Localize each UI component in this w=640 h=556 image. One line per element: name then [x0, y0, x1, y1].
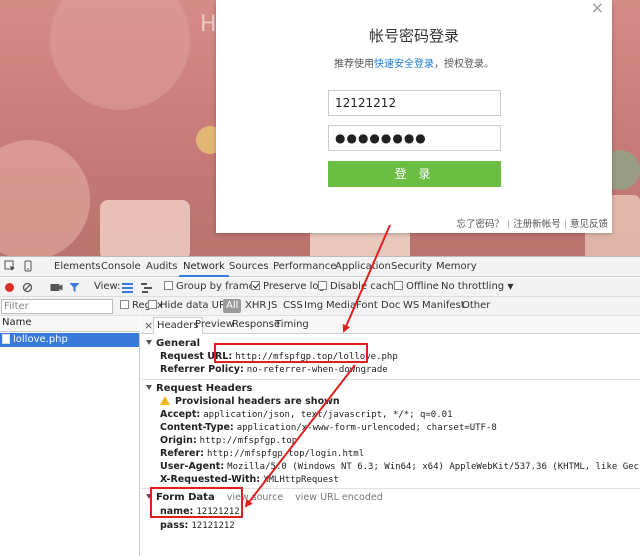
type-filter-media[interactable]: Media — [326, 300, 356, 311]
header-row-accept: Accept: application/json, text/javascrip… — [160, 409, 453, 420]
warning-icon — [160, 396, 170, 405]
tab-elements[interactable]: Elements — [54, 261, 101, 272]
preserve-log-checkbox[interactable]: Preserve log — [251, 281, 325, 292]
login-dialog: × 帐号密码登录 推荐使用快速安全登录，授权登录。 12121212 ●●●●●… — [216, 0, 612, 233]
request-headers-section-toggle[interactable]: Request Headers — [146, 383, 252, 394]
tab-preview[interactable]: Preview — [195, 319, 234, 330]
devtools-tabbar: Elements Console Audits Network Sources … — [0, 257, 640, 277]
type-filter-font[interactable]: Font — [356, 300, 378, 311]
devtools-panel: Elements Console Audits Network Sources … — [0, 256, 640, 556]
header-row-content-type: Content-Type: application/x-www-form-url… — [160, 422, 497, 433]
tab-sources[interactable]: Sources — [229, 261, 269, 272]
provisional-warning: Provisional headers are shown — [160, 396, 340, 407]
large-rows-icon[interactable] — [122, 282, 133, 293]
request-row[interactable]: lollove.php — [0, 333, 139, 347]
tab-response[interactable]: Response — [232, 319, 280, 330]
username-input[interactable]: 12121212 — [328, 90, 501, 116]
filter-icon[interactable] — [69, 282, 80, 293]
type-filter-all[interactable]: All — [223, 299, 242, 313]
type-filter-doc[interactable]: Doc — [381, 300, 400, 311]
type-filter-manifest[interactable]: Manifest — [422, 300, 465, 311]
tab-performance[interactable]: Performance — [273, 261, 336, 272]
subtitle-prefix: 推荐使用 — [334, 59, 374, 70]
type-filter-ws[interactable]: WS — [403, 300, 419, 311]
tab-network[interactable]: Network — [179, 261, 229, 277]
expand-triangle-icon — [146, 340, 152, 345]
overview-icon[interactable] — [141, 282, 152, 293]
feedback-link[interactable]: 意见反馈 — [570, 219, 608, 230]
quick-login-link[interactable]: 快速安全登录 — [374, 59, 434, 70]
type-filter-css[interactable]: CSS — [283, 300, 303, 311]
device-toolbar-icon[interactable] — [22, 260, 34, 272]
form-row-pass: pass: 12121212 — [160, 520, 235, 531]
disable-cache-checkbox[interactable]: Disable cache — [318, 281, 400, 292]
throttling-select[interactable]: No throttling ▼ — [441, 281, 513, 292]
group-by-frame-checkbox[interactable]: Group by frame — [164, 281, 255, 292]
tab-application[interactable]: Application — [335, 261, 391, 272]
tab-timing[interactable]: Timing — [275, 319, 309, 330]
general-section-toggle[interactable]: General — [146, 338, 200, 349]
register-link[interactable]: 注册新帐号 — [513, 219, 561, 230]
header-row-referer: Referer: http://mfspfgp.top/login.html — [160, 448, 365, 459]
tab-audits[interactable]: Audits — [146, 261, 177, 272]
view-label: View: — [94, 281, 121, 292]
request-list: Name lollove.php — [0, 316, 140, 556]
header-row-origin: Origin: http://mfspfgp.top — [160, 435, 298, 446]
type-filter-xhr[interactable]: XHR — [245, 300, 266, 311]
close-icon[interactable]: × — [591, 0, 604, 17]
login-title: 帐号密码登录 — [368, 27, 459, 45]
type-filter-js[interactable]: JS — [268, 300, 277, 311]
inspect-element-icon[interactable] — [4, 260, 16, 272]
login-button[interactable]: 登 录 — [328, 161, 501, 187]
network-toolbar: View: Group by frame Preserve log Disabl… — [0, 278, 640, 297]
login-subtitle: 推荐使用快速安全登录，授权登录。 — [216, 55, 612, 70]
filter-bar: Filter Regex Hide data URLs All XHR JS C… — [0, 297, 640, 316]
filter-input[interactable]: Filter — [1, 299, 113, 314]
referrer-policy-row: Referrer Policy: no-referrer-when-downgr… — [160, 364, 388, 375]
name-column-header[interactable]: Name — [0, 316, 140, 332]
offline-checkbox[interactable]: Offline — [394, 281, 439, 292]
header-row-user-agent: User-Agent: Mozilla/5.0 (Windows NT 6.3;… — [160, 461, 640, 472]
camera-icon[interactable] — [50, 282, 63, 293]
annotation-box-url — [214, 343, 368, 363]
subtitle-suffix: ，授权登录。 — [434, 59, 494, 70]
forgot-password-link[interactable]: 忘了密码？ — [457, 219, 505, 230]
tab-memory[interactable]: Memory — [436, 261, 477, 272]
annotation-box-form-data — [150, 487, 243, 518]
header-row-x-requested-with: X-Requested-With: XMLHttpRequest — [160, 474, 339, 485]
dropdown-arrow-icon: ▼ — [507, 282, 514, 291]
login-links: 忘了密码？ | 注册新帐号 | 意见反馈 — [456, 219, 608, 230]
detail-tabbar: × Headers Preview Response Timing — [141, 316, 640, 334]
background-text: H — [200, 12, 217, 37]
tab-console[interactable]: Console — [101, 261, 141, 272]
webpage-background: H × 帐号密码登录 推荐使用快速安全登录，授权登录。 12121212 ●●●… — [0, 0, 640, 256]
clear-icon[interactable] — [22, 282, 33, 293]
record-icon[interactable] — [4, 282, 15, 293]
type-filter-other[interactable]: Other — [462, 300, 490, 311]
expand-triangle-icon — [146, 385, 152, 390]
password-input[interactable]: ●●●●●●●● — [328, 125, 501, 151]
type-filter-img[interactable]: Img — [304, 300, 323, 311]
tab-security[interactable]: Security — [391, 261, 432, 272]
close-detail-icon[interactable]: × — [144, 319, 153, 332]
view-url-encoded-link[interactable]: view URL encoded — [295, 492, 383, 503]
file-icon — [2, 334, 10, 344]
